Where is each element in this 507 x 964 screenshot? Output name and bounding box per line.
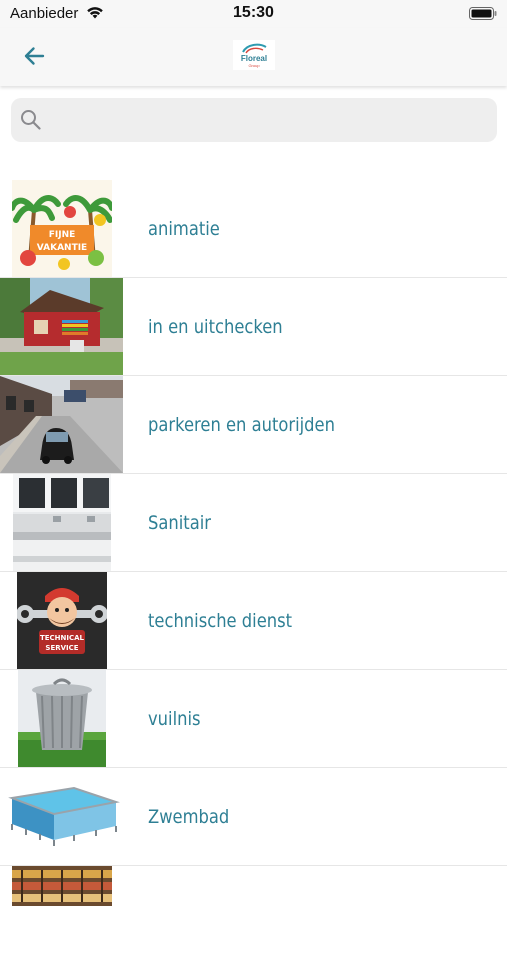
list-item-in-en-uitchecken[interactable]: in en uitchecken	[0, 278, 507, 376]
list-item-label: parkeren en autorijden	[148, 413, 335, 436]
thumbnail-reception-cabin	[0, 278, 123, 375]
search-icon	[20, 109, 42, 136]
list-item-label: technische dienst	[148, 609, 293, 632]
list-item-zwembad[interactable]: Zwembad	[0, 768, 507, 866]
list-item-sanitair[interactable]: Sanitair	[0, 474, 507, 572]
thumbnail-fijne-vakantie: FIJNE VAKANTIE	[12, 180, 112, 277]
list-item-label: in en uitchecken	[148, 315, 283, 338]
battery-icon	[469, 7, 497, 25]
status-time: 15:30	[233, 4, 274, 21]
thumb-text-2: VAKANTIE	[37, 243, 87, 253]
logo-subtext: Group	[248, 63, 260, 68]
thumbnail-shop-shelves	[12, 866, 112, 906]
thumbnail-parked-car	[0, 376, 123, 473]
thumbnail-swimming-pool	[4, 768, 122, 865]
list-item-label: animatie	[148, 217, 220, 240]
status-bar: Aanbieder 15:30	[0, 0, 507, 28]
thumbnail-washroom	[13, 474, 111, 571]
floreal-logo: Floreal Group	[233, 40, 275, 70]
back-button[interactable]	[16, 38, 52, 74]
thumb-text-2: SERVICE	[45, 644, 78, 652]
list-item-vuilnis[interactable]: vuilnis	[0, 670, 507, 768]
category-list: FIJNE VAKANTIE animatie in en uitchecken…	[0, 180, 507, 964]
search-input[interactable]	[51, 98, 491, 142]
thumbnail-technical-service: TECHNICAL SERVICE	[17, 572, 107, 669]
list-item-label: Sanitair	[148, 511, 211, 534]
thumbnail-trash-can	[18, 670, 106, 767]
list-item-parkeren-en-autorijden[interactable]: parkeren en autorijden	[0, 376, 507, 474]
list-item-label: vuilnis	[148, 707, 201, 730]
thumb-text-1: FIJNE	[49, 230, 76, 240]
list-item-technische-dienst[interactable]: TECHNICAL SERVICE technische dienst	[0, 572, 507, 670]
arrow-left-icon	[24, 47, 45, 65]
search-bar[interactable]	[11, 98, 497, 142]
logo-text: Floreal	[241, 54, 267, 63]
thumb-text-1: TECHNICAL	[40, 634, 85, 642]
list-item-label: Zwembad	[148, 805, 230, 828]
list-item-animatie[interactable]: FIJNE VAKANTIE animatie	[0, 180, 507, 278]
navigation-bar: Floreal Group	[0, 28, 507, 86]
list-item-partial[interactable]	[0, 866, 507, 964]
